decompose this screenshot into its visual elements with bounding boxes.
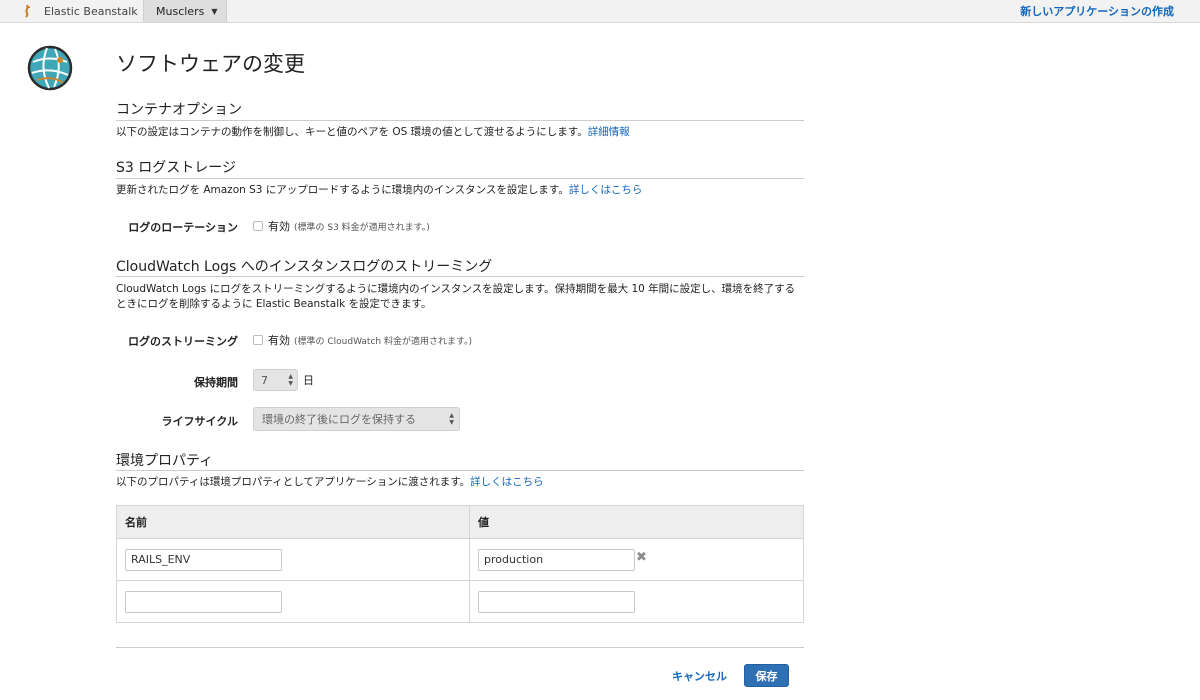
retention-value: 7 <box>261 373 268 387</box>
property-value-input[interactable] <box>478 548 635 571</box>
value-cell <box>469 580 804 623</box>
save-button[interactable]: 保存 <box>744 664 789 687</box>
property-value-input[interactable] <box>478 590 635 613</box>
container-options-heading: コンテナオプション <box>116 102 242 118</box>
divider <box>116 178 804 179</box>
name-cell <box>116 538 470 581</box>
column-header-name: 名前 <box>116 505 470 539</box>
brand[interactable]: Elastic Beanstalk <box>22 0 142 22</box>
enabled-text: 有効 <box>268 220 290 233</box>
environment-properties-description: 以下のプロパティは環境プロパティとしてアプリケーションに渡されます。詳しくはこち… <box>116 475 806 490</box>
chevron-down-icon: ▼ <box>211 6 218 16</box>
enabled-text: 有効 <box>268 334 290 347</box>
select-arrows-icon: ▲ ▼ <box>449 412 454 426</box>
name-cell <box>116 580 470 623</box>
cloudwatch-description-line-2: ときにログを削除するように Elastic Beanstalk を設定できます。 <box>116 298 432 310</box>
app-menu-dropdown[interactable]: Musclers ▼ <box>143 0 227 22</box>
table-header-row: 名前 値 <box>116 505 804 539</box>
globe-icon <box>27 45 73 91</box>
container-options-text: 以下の設定はコンテナの動作を制御し、キーと値のペアを OS 環境の値として渡せる… <box>116 126 588 138</box>
log-rotation-checkbox[interactable] <box>253 221 263 231</box>
environment-properties-heading: 環境プロパティ <box>116 453 214 469</box>
lifecycle-label: ライフサイクル <box>161 415 238 428</box>
lifecycle-select[interactable]: 環境の終了後にログを保持する ▲ ▼ <box>253 407 460 431</box>
divider <box>116 470 804 471</box>
cloudwatch-description: CloudWatch Logs にログをストリーミングするように環境内のインスタ… <box>116 282 806 312</box>
environment-properties-text: 以下のプロパティは環境プロパティとしてアプリケーションに渡されます。 <box>116 476 471 488</box>
close-icon[interactable]: ✖ <box>636 550 647 565</box>
s3-log-storage-description: 更新されたログを Amazon S3 にアップロードするように環境内のインスタン… <box>116 183 806 198</box>
s3-log-storage-text: 更新されたログを Amazon S3 にアップロードするように環境内のインスタン… <box>116 184 569 196</box>
lifecycle-selected-value: 環境の終了後にログを保持する <box>262 413 416 426</box>
pricing-note: (標準の S3 料金が適用されます。) <box>294 223 430 233</box>
s3-learn-more-link[interactable]: 詳しくはこちら <box>569 184 643 196</box>
retention-unit: 日 <box>303 374 314 387</box>
log-rotation-enabled-label[interactable]: 有効 (標準の S3 料金が適用されます。) <box>268 218 430 234</box>
log-rotation-label: ログのローテーション <box>128 221 238 234</box>
s3-log-storage-heading: S3 ログストレージ <box>116 160 236 176</box>
cloudwatch-streaming-heading: CloudWatch Logs へのインスタンスログのストリーミング <box>116 259 493 275</box>
cloudwatch-description-line-1: CloudWatch Logs にログをストリーミングするように環境内のインスタ… <box>116 283 796 295</box>
table-row: ✖ <box>116 538 804 581</box>
value-cell: ✖ <box>469 538 804 581</box>
create-new-application-link[interactable]: 新しいアプリケーションの作成 <box>1020 0 1174 22</box>
stepper-arrows-icon: ▲ ▼ <box>288 373 293 387</box>
container-options-learn-more-link[interactable]: 詳細情報 <box>588 126 630 138</box>
table-row <box>116 580 804 623</box>
top-navigation-bar: Elastic Beanstalk Musclers ▼ 新しいアプリケーション… <box>0 0 1200 23</box>
environment-properties-table: 名前 値 ✖ <box>116 505 804 623</box>
divider <box>116 647 804 648</box>
app-menu-label: Musclers <box>156 4 205 18</box>
retention-label: 保持期間 <box>194 376 238 389</box>
pricing-note: (標準の CloudWatch 料金が適用されます。) <box>294 337 473 347</box>
divider <box>116 120 804 121</box>
container-options-description: 以下の設定はコンテナの動作を制御し、キーと値のペアを OS 環境の値として渡せる… <box>116 125 806 140</box>
log-streaming-enabled-label[interactable]: 有効 (標準の CloudWatch 料金が適用されます。) <box>268 332 472 348</box>
property-name-input[interactable] <box>125 548 282 571</box>
log-streaming-checkbox[interactable] <box>253 335 263 345</box>
retention-days-stepper[interactable]: 7 ▲ ▼ <box>253 369 298 391</box>
brand-label: Elastic Beanstalk <box>44 4 138 18</box>
cancel-button[interactable]: キャンセル <box>672 665 727 687</box>
env-props-learn-more-link[interactable]: 詳しくはこちら <box>470 476 544 488</box>
property-name-input[interactable] <box>125 590 282 613</box>
divider <box>116 276 804 277</box>
column-header-value: 値 <box>469 505 804 539</box>
beanstalk-logo-icon <box>22 4 32 18</box>
page-title: ソフトウェアの変更 <box>116 52 305 76</box>
log-streaming-label: ログのストリーミング <box>128 335 238 348</box>
